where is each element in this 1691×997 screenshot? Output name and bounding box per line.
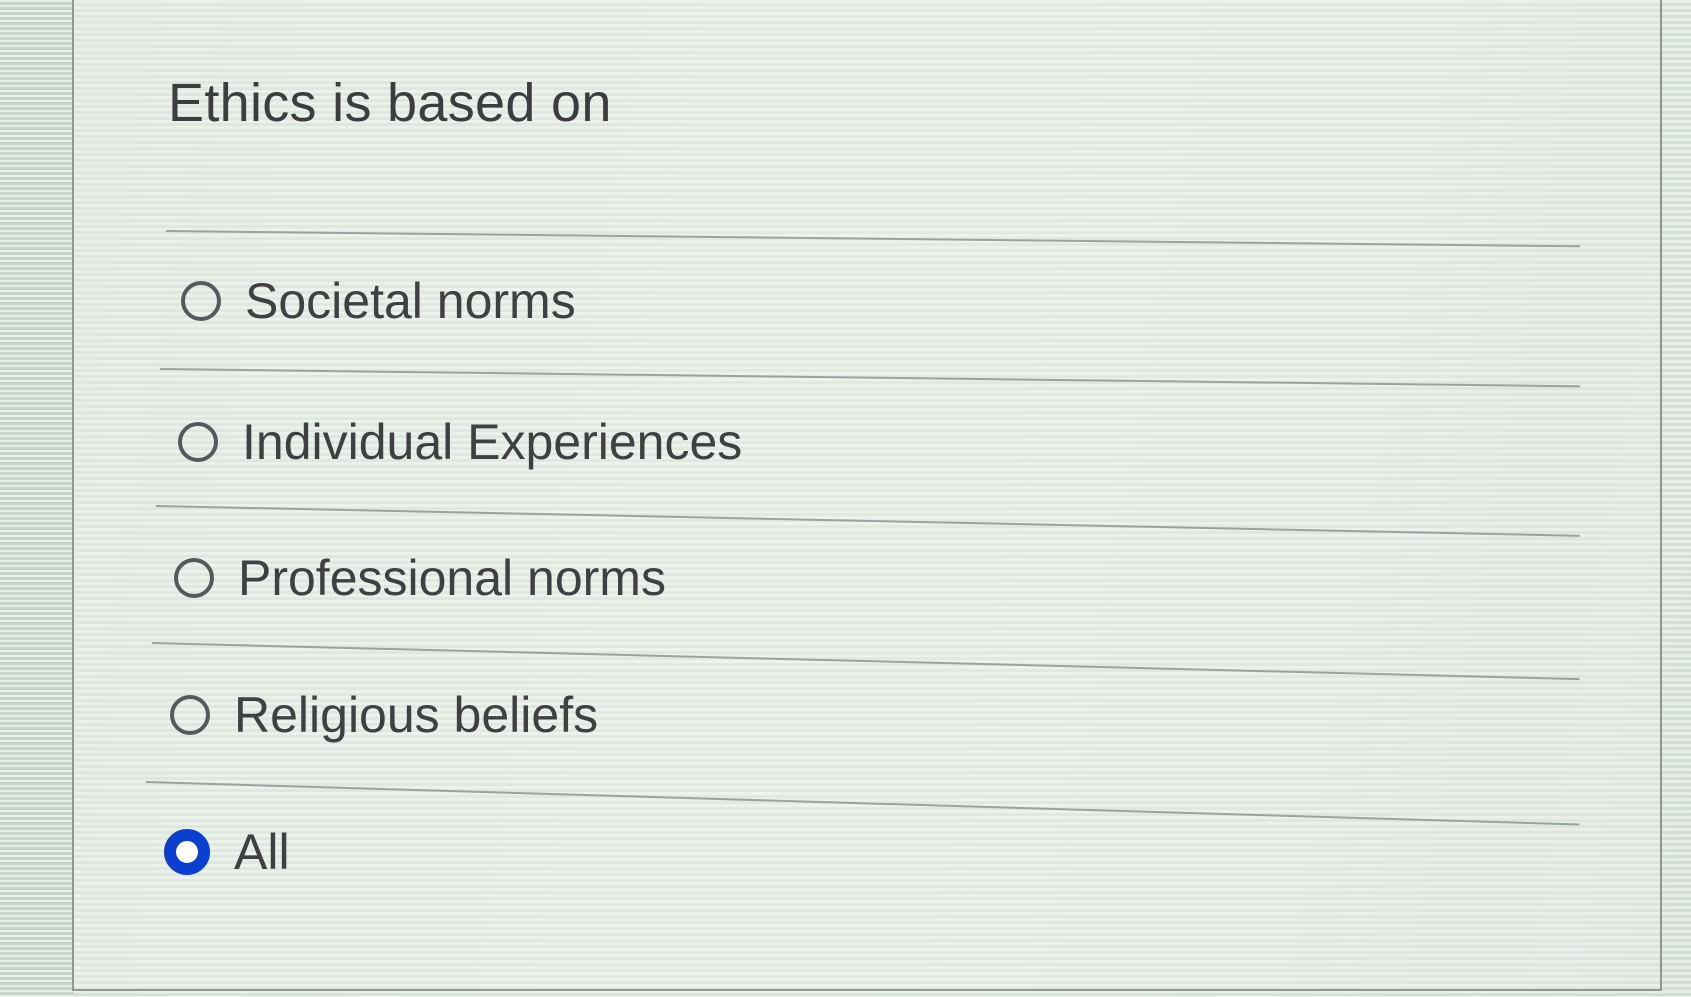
option-label: Professional norms	[238, 550, 666, 606]
option-label: All	[234, 824, 290, 880]
background-edge	[0, 0, 74, 997]
option-all[interactable]: All	[164, 817, 290, 887]
option-religious-beliefs[interactable]: Religious beliefs	[170, 680, 598, 750]
option-label: Individual Experiences	[242, 414, 743, 470]
radio-button-icon[interactable]	[181, 281, 221, 321]
radio-button-icon[interactable]	[178, 422, 218, 462]
option-label: Societal norms	[245, 273, 576, 329]
radio-button-selected-icon[interactable]	[164, 829, 210, 875]
radio-button-icon[interactable]	[174, 558, 214, 598]
option-individual-experiences[interactable]: Individual Experiences	[178, 407, 742, 477]
option-professional-norms[interactable]: Professional norms	[174, 543, 666, 613]
radio-button-icon[interactable]	[170, 695, 210, 735]
question-card	[72, 0, 1662, 991]
question-text: Ethics is based on	[168, 73, 612, 133]
option-societal-norms[interactable]: Societal norms	[181, 266, 576, 336]
option-label: Religious beliefs	[234, 687, 599, 743]
